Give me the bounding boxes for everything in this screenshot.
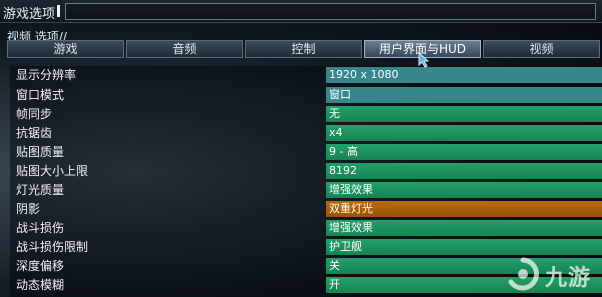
setting-row-combat-damage: 战斗损伤 增强效果 xyxy=(10,219,602,238)
setting-row-lighting-quality: 灯光质量 增强效果 xyxy=(10,181,602,200)
title-field xyxy=(65,3,596,20)
tab-video[interactable]: 视频 xyxy=(483,40,600,58)
setting-value-dropdown[interactable]: 9 - 高 xyxy=(326,144,602,160)
setting-label: 帧同步 xyxy=(16,107,53,121)
window-title: 游戏选项 xyxy=(3,7,56,22)
setting-value-dropdown[interactable]: 窗口 xyxy=(326,87,602,103)
setting-label: 窗口模式 xyxy=(16,88,65,102)
text-cursor xyxy=(57,5,60,17)
setting-value-dropdown[interactable]: 护卫舰 xyxy=(326,239,602,255)
setting-row-shadows: 阴影 双重灯光 xyxy=(10,200,602,219)
setting-label: 动态模糊 xyxy=(16,278,65,292)
setting-label: 贴图质量 xyxy=(16,145,65,159)
setting-row-vsync: 帧同步 无 xyxy=(10,105,602,124)
watermark-text: 九游 xyxy=(545,266,592,291)
setting-value-dropdown[interactable]: 双重灯光 xyxy=(326,201,602,217)
title-bar: 游戏选项 xyxy=(0,0,602,23)
setting-row-texture-size-limit: 贴图大小上限 8192 xyxy=(10,162,602,181)
setting-row-window-mode: 窗口模式 窗口 xyxy=(10,86,602,105)
jiuyou-logo-icon xyxy=(508,257,539,291)
setting-row-combat-damage-limit: 战斗损伤限制 护卫舰 xyxy=(10,238,602,257)
setting-row-resolution: 显示分辨率 1920 x 1080 xyxy=(10,66,602,85)
setting-value-dropdown[interactable]: 8192 xyxy=(326,163,602,179)
tab-controls[interactable]: 控制 xyxy=(245,40,362,58)
setting-label: 战斗损伤 xyxy=(16,221,65,235)
setting-value-dropdown[interactable]: 无 xyxy=(326,106,602,122)
setting-row-antialiasing: 抗锯齿 x4 xyxy=(10,124,602,143)
setting-value-dropdown[interactable]: 增强效果 xyxy=(326,220,602,236)
setting-value-dropdown[interactable]: 1920 x 1080 xyxy=(326,67,602,83)
setting-label: 贴图大小上限 xyxy=(16,164,89,178)
tab-game[interactable]: 游戏 xyxy=(7,40,124,58)
setting-label: 显示分辨率 xyxy=(16,68,77,82)
setting-label: 阴影 xyxy=(16,202,41,216)
setting-label: 深度偏移 xyxy=(16,259,65,273)
setting-label: 抗锯齿 xyxy=(16,126,53,140)
setting-value-dropdown[interactable]: x4 xyxy=(326,125,602,141)
tab-bar: 游戏 音频 控制 用户界面与HUD 视频 xyxy=(7,40,602,58)
setting-row-texture-quality: 贴图质量 9 - 高 xyxy=(10,143,602,162)
setting-label: 灯光质量 xyxy=(16,183,65,197)
setting-label: 战斗损伤限制 xyxy=(16,240,89,254)
mouse-pointer-icon xyxy=(418,52,430,68)
tab-audio[interactable]: 音频 xyxy=(126,40,243,58)
setting-value-dropdown[interactable]: 增强效果 xyxy=(326,182,602,198)
